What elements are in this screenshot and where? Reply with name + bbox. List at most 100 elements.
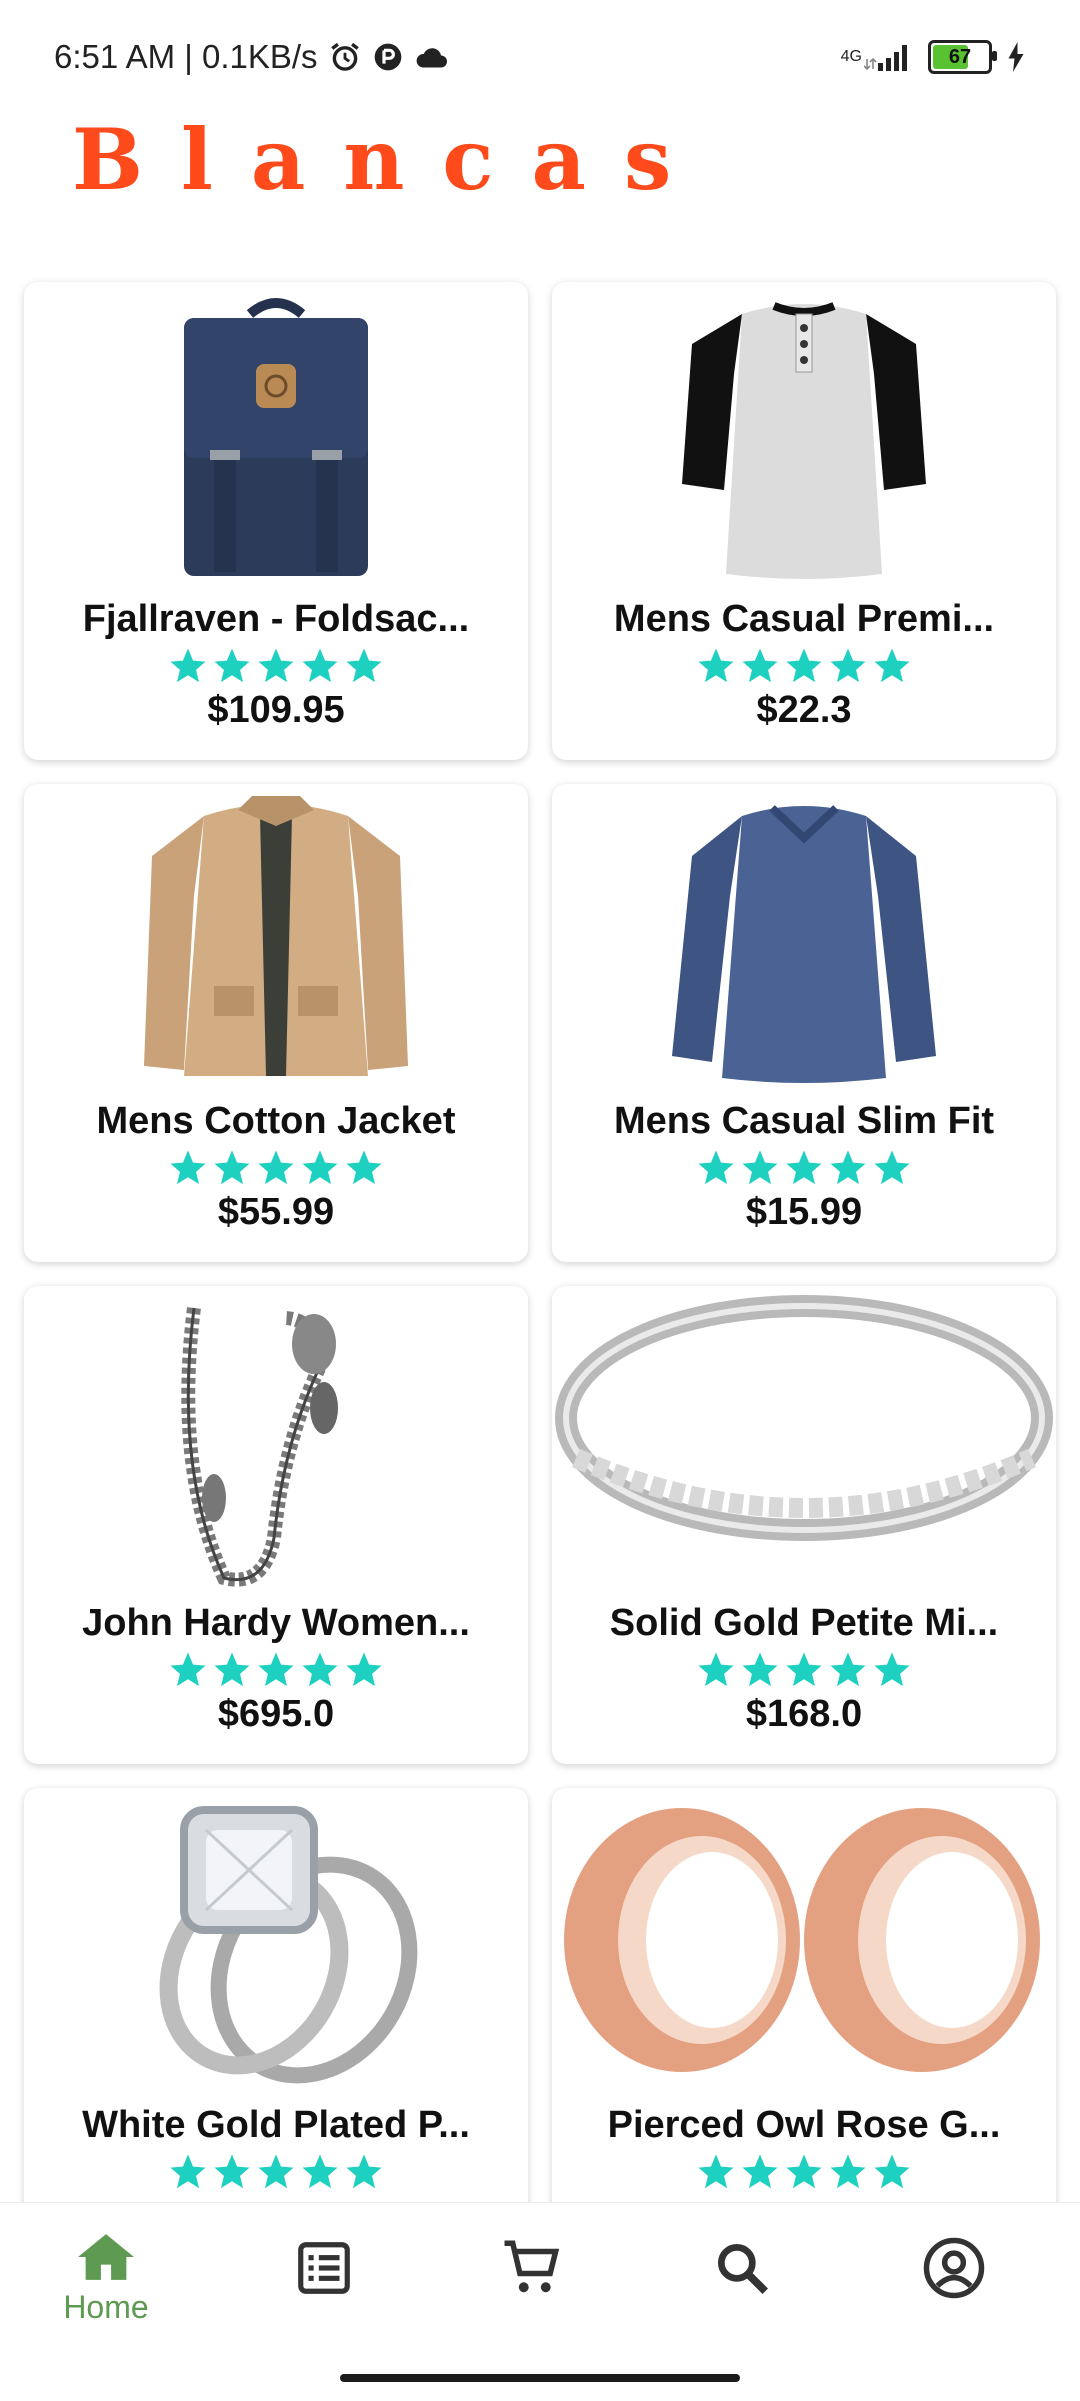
status-bar: 6:51 AM | 0.1KB/s 4G 67 — [0, 0, 1080, 120]
nav-cart[interactable] — [462, 2229, 602, 2349]
star-icon — [830, 2154, 866, 2189]
product-image-chain-bracelet — [24, 1288, 528, 1588]
product-grid: Fjallraven - Foldsac... $109.95 Mens Cas… — [24, 282, 1056, 2266]
product-price: $168.0 — [745, 1693, 863, 1735]
star-icon — [830, 1150, 866, 1185]
star-icon — [786, 1150, 822, 1185]
product-price: $22.3 — [756, 689, 852, 731]
star-icon — [302, 2154, 338, 2189]
product-price: $109.95 — [207, 689, 345, 731]
star-icon — [258, 2154, 294, 2189]
product-card[interactable]: John Hardy Women... $695.0 — [24, 1286, 528, 1764]
rating-stars — [167, 1649, 385, 1691]
star-icon — [786, 2154, 822, 2189]
product-price: $695.0 — [217, 1693, 335, 1735]
star-icon — [214, 1150, 250, 1185]
battery-level: 67 — [948, 45, 972, 68]
star-icon — [302, 648, 338, 683]
product-card[interactable]: White Gold Plated P... — [24, 1788, 528, 2266]
star-icon — [698, 648, 734, 683]
star-icon — [346, 1150, 382, 1185]
product-title: John Hardy Women... — [82, 1602, 470, 1644]
star-icon — [170, 648, 206, 683]
product-title: Mens Cotton Jacket — [96, 1100, 456, 1142]
star-icon — [214, 1652, 250, 1687]
nav-account[interactable] — [884, 2229, 1024, 2349]
product-card[interactable]: Mens Casual Premi... $22.3 — [552, 282, 1056, 760]
star-icon — [214, 648, 250, 683]
product-card[interactable]: Mens Casual Slim Fit $15.99 — [552, 784, 1056, 1262]
rating-stars — [695, 645, 913, 687]
product-image-jacket — [24, 786, 528, 1086]
charging-icon — [1006, 42, 1026, 72]
star-icon — [742, 648, 778, 683]
star-icon — [698, 2154, 734, 2189]
star-icon — [786, 648, 822, 683]
star-icon — [258, 1150, 294, 1185]
product-title: Mens Casual Premi... — [613, 598, 995, 640]
product-image-henley-shirt — [552, 284, 1056, 584]
star-icon — [346, 2154, 382, 2189]
product-price: $15.99 — [745, 1191, 863, 1233]
star-icon — [874, 2154, 910, 2189]
product-title: White Gold Plated P... — [82, 2104, 470, 2146]
network-label: 4G — [840, 48, 862, 65]
battery-icon: 67 — [928, 40, 997, 74]
search-icon — [717, 2243, 768, 2294]
product-price: $55.99 — [217, 1191, 335, 1233]
star-icon — [742, 2154, 778, 2189]
product-title: Pierced Owl Rose G... — [607, 2104, 1001, 2146]
star-icon — [742, 1652, 778, 1687]
star-icon — [698, 1150, 734, 1185]
star-icon — [874, 1150, 910, 1185]
star-icon — [170, 1652, 206, 1687]
status-left: 6:51 AM | 0.1KB/s — [54, 38, 450, 76]
rating-stars — [167, 1147, 385, 1189]
rating-stars — [695, 2151, 913, 2193]
nav-home-label: Home — [63, 2289, 149, 2325]
star-icon — [302, 1652, 338, 1687]
status-time: 6:51 AM | 0.1KB/s — [54, 38, 318, 75]
home-indicator — [340, 2374, 740, 2382]
star-icon — [742, 1150, 778, 1185]
product-image-diamond-ring — [24, 1790, 528, 2090]
rating-stars — [695, 1649, 913, 1691]
star-icon — [170, 1150, 206, 1185]
rating-stars — [695, 1147, 913, 1189]
product-title: Mens Casual Slim Fit — [613, 1100, 995, 1142]
nav-search[interactable] — [672, 2229, 812, 2349]
product-card[interactable]: Solid Gold Petite Mi... $168.0 — [552, 1286, 1056, 1764]
star-icon — [698, 1652, 734, 1687]
star-icon — [302, 1150, 338, 1185]
product-card[interactable]: Fjallraven - Foldsac... $109.95 — [24, 282, 528, 760]
star-icon — [170, 2154, 206, 2189]
brand-logo: Blancas — [72, 110, 710, 209]
nav-list[interactable] — [254, 2229, 394, 2349]
star-icon — [258, 1652, 294, 1687]
star-icon — [874, 1652, 910, 1687]
star-icon — [874, 648, 910, 683]
star-icon — [346, 648, 382, 683]
rating-stars — [167, 645, 385, 687]
star-icon — [346, 1652, 382, 1687]
star-icon — [830, 648, 866, 683]
star-icon — [830, 1652, 866, 1687]
product-card[interactable]: Pierced Owl Rose G... — [552, 1788, 1056, 2266]
nav-home[interactable]: Home — [36, 2229, 176, 2349]
product-image-ear-tunnels — [552, 1790, 1056, 2090]
home-icon — [78, 2234, 134, 2280]
alarm-icon — [328, 40, 362, 74]
cloud-icon — [414, 43, 450, 71]
product-card[interactable]: Mens Cotton Jacket $55.99 — [24, 784, 528, 1262]
rating-stars — [167, 2151, 385, 2193]
bottom-navigation: Home — [0, 2202, 1080, 2401]
product-title: Fjallraven - Foldsac... — [82, 598, 470, 640]
star-icon — [258, 648, 294, 683]
privacy-icon — [372, 41, 404, 73]
product-title: Solid Gold Petite Mi... — [609, 1602, 999, 1644]
signal-icon: 4G — [841, 41, 914, 73]
product-image-gold-ring — [552, 1288, 1056, 1588]
account-icon — [923, 2237, 985, 2299]
status-right: 4G 67 — [841, 40, 1026, 74]
product-image-backpack — [24, 284, 528, 584]
